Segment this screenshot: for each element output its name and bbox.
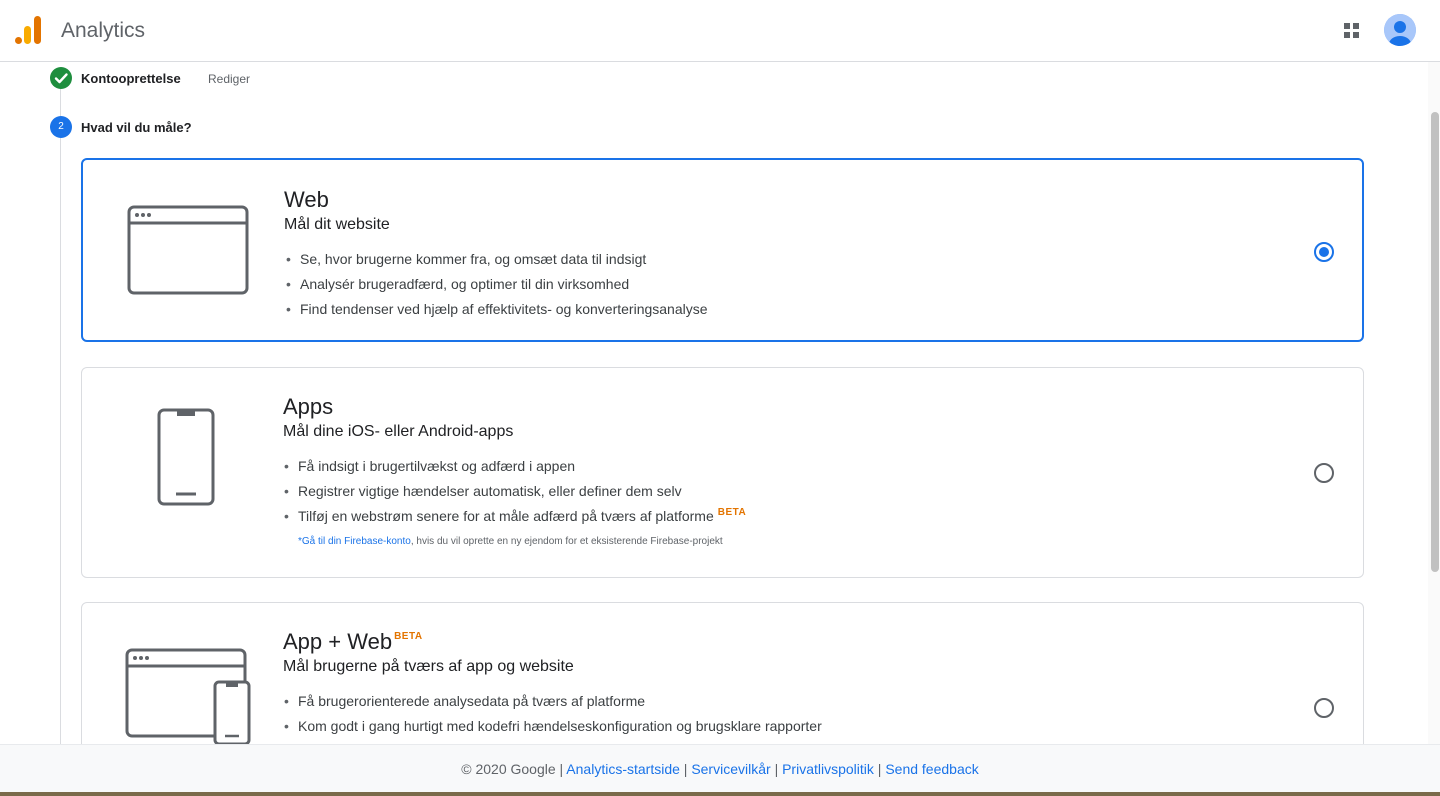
edit-step-link[interactable]: Rediger: [208, 72, 250, 86]
list-item: Få brugerorienterede analysedata på tvær…: [282, 691, 822, 716]
stepper-line: [60, 88, 61, 744]
page-footer: © 2020 Google | Analytics-startside | Se…: [0, 744, 1440, 792]
copyright-text: © 2020 Google: [461, 761, 556, 777]
card-title: Apps: [283, 394, 334, 419]
firebase-note-text: , hvis du vil oprette en ny ejendom for …: [410, 536, 723, 547]
option-card-app-web[interactable]: App + Web BETA Mål brugerne på tværs af a…: [81, 602, 1364, 762]
step-complete-icon: [50, 67, 72, 89]
footer-separator: |: [877, 761, 882, 777]
radio-app-web[interactable]: [1314, 698, 1334, 718]
list-item: Find tendenser ved hjælp af effektivitet…: [284, 299, 708, 324]
footer-separator: |: [683, 761, 688, 777]
beta-badge: BETA: [394, 631, 423, 642]
browser-and-phone-icon: [125, 648, 251, 746]
footer-link-analytics-home[interactable]: Analytics-startside: [566, 761, 680, 777]
list-item: Kom godt i gang hurtigt med kodefri hænd…: [282, 716, 822, 741]
list-item: Analysér brugeradfærd, og optimer til di…: [284, 274, 708, 299]
apps-grid-icon[interactable]: [1338, 17, 1366, 45]
beta-badge: BETA: [717, 507, 747, 518]
list-item: Tilføj en webstrøm senere for at måle ad…: [282, 506, 746, 531]
step-2-number: 2: [50, 116, 72, 138]
footer-link-terms[interactable]: Servicevilkår: [691, 761, 770, 777]
top-app-bar: Analytics: [0, 0, 1440, 62]
step-1-label: Kontooprettelse: [81, 71, 181, 86]
footer-separator: |: [774, 761, 779, 777]
footer-link-feedback[interactable]: Send feedback: [885, 761, 978, 777]
analytics-logo-icon[interactable]: [15, 15, 43, 45]
card-title: App + Web BETA: [283, 629, 423, 655]
footer-separator: |: [559, 761, 564, 777]
card-subtitle: Mål dit website: [284, 216, 390, 233]
card-title-text: App + Web: [283, 629, 393, 654]
list-item: Se, hvor brugerne kommer fra, og omsæt d…: [284, 249, 708, 274]
list-item: Registrer vigtige hændelser automatisk, …: [282, 481, 746, 506]
radio-web[interactable]: [1314, 242, 1334, 262]
option-card-web[interactable]: Web Mål dit website Se, hvor brugerne ko…: [81, 158, 1364, 342]
step-2-label: Hvad vil du måle?: [81, 120, 192, 135]
account-avatar-icon[interactable]: [1384, 14, 1416, 46]
list-item: Få indsigt i brugertilvækst og adfærd i …: [282, 456, 746, 481]
firebase-note: *Gå til din Firebase-konto, hvis du vil …: [298, 536, 723, 547]
footer-link-privacy[interactable]: Privatlivspolitik: [782, 761, 874, 777]
radio-apps[interactable]: [1314, 463, 1334, 483]
scrollbar-thumb[interactable]: [1431, 112, 1439, 572]
card-subtitle: Mål brugerne på tværs af app og website: [283, 658, 574, 675]
firebase-account-link[interactable]: *Gå til din Firebase-konto: [298, 536, 411, 547]
option-card-apps[interactable]: Apps Mål dine iOS- eller Android-apps Få…: [81, 367, 1364, 578]
browser-window-icon: [127, 205, 249, 295]
card-feature-list: Få brugerorienterede analysedata på tvær…: [282, 691, 822, 741]
card-title: Web: [284, 187, 329, 212]
card-feature-list: Få indsigt i brugertilvækst og adfærd i …: [282, 456, 746, 531]
mobile-phone-icon: [157, 408, 215, 506]
list-item-text: Tilføj en webstrøm senere for at måle ad…: [298, 508, 714, 524]
app-title: Analytics: [61, 19, 146, 42]
bottom-background-strip: [0, 792, 1440, 796]
card-feature-list: Se, hvor brugerne kommer fra, og omsæt d…: [284, 249, 708, 324]
card-subtitle: Mål dine iOS- eller Android-apps: [283, 423, 514, 440]
